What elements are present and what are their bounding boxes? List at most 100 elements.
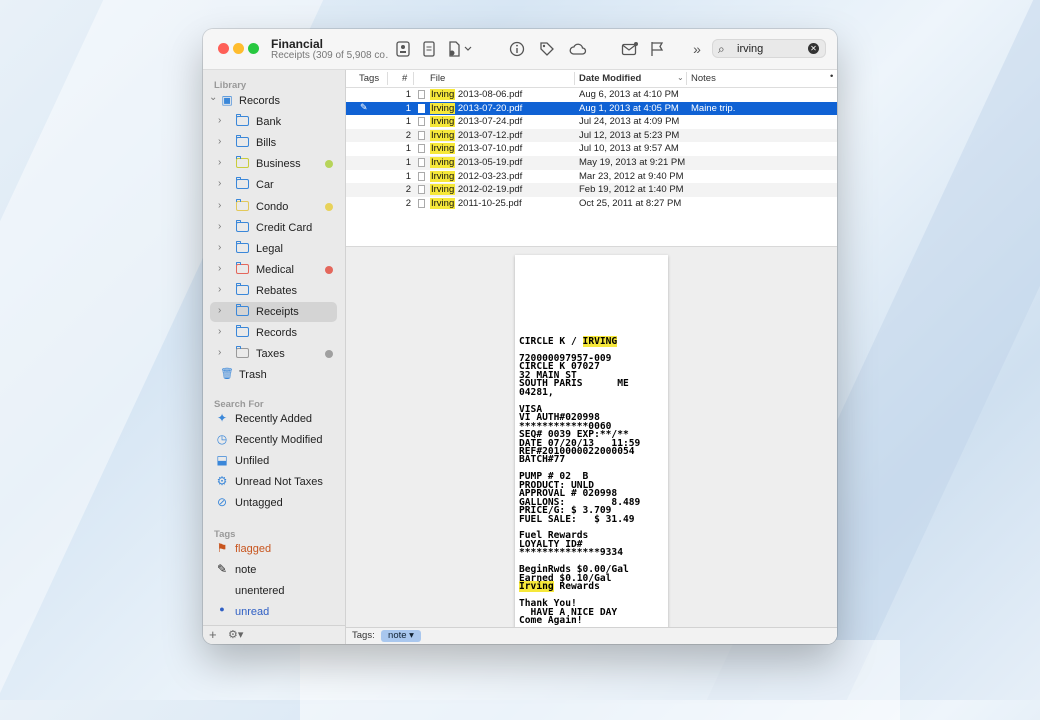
- disclosure-chevron-icon[interactable]: ›: [218, 136, 221, 147]
- sidebar-item-records[interactable]: ⌄ ▣ Records: [209, 91, 337, 111]
- column-number[interactable]: #: [402, 73, 407, 84]
- sidebar-item-credit-card[interactable]: › Credit Card: [210, 218, 337, 238]
- sidebar-item-records[interactable]: › Records: [210, 323, 337, 343]
- table-row[interactable]: 1 Irving 2013-05-19.pdf May 19, 2013 at 9:…: [346, 156, 837, 170]
- disclosure-chevron-icon[interactable]: ›: [218, 221, 221, 232]
- disclosure-chevron-icon[interactable]: ›: [218, 242, 221, 253]
- open-with-menu-icon[interactable]: [447, 41, 473, 57]
- disclosure-chevron-icon[interactable]: ›: [218, 115, 221, 126]
- disclosure-chevron-icon[interactable]: ›: [218, 326, 221, 337]
- disclosure-chevron-icon[interactable]: ›: [218, 347, 221, 358]
- search-input[interactable]: [737, 41, 807, 56]
- sidebar-item-bank[interactable]: › Bank: [210, 112, 337, 132]
- file-name-rest: 2013-07-12.pdf: [455, 129, 523, 141]
- smart-search-recently-added[interactable]: ✦ Recently Added: [210, 409, 337, 429]
- column-tags[interactable]: Tags: [359, 73, 379, 84]
- sidebar-item-trash[interactable]: 🗑 Trash: [210, 365, 337, 385]
- date-modified: Jul 24, 2013 at 4:09 PM: [579, 116, 680, 128]
- table-row[interactable]: 2 Irving 2012-02-19.pdf Feb 19, 2012 at 1:…: [346, 183, 837, 197]
- sidebar-item-label: Bills: [256, 137, 277, 150]
- smart-search-unfiled[interactable]: ⬓ Unfiled: [210, 451, 337, 471]
- folder-icon: [236, 261, 249, 274]
- disclosure-chevron-icon[interactable]: ›: [218, 305, 221, 316]
- tag-item-unentered[interactable]: unentered: [210, 581, 337, 601]
- sidebar-item-medical[interactable]: › Medical: [210, 260, 337, 280]
- disclosure-chevron-icon[interactable]: ›: [218, 284, 221, 295]
- receipt-page: CIRCLE K / IRVING 720000097957-009 CIRCLE …: [515, 255, 668, 644]
- smart-search-recently-modified[interactable]: ◷ Recently Modified: [210, 430, 337, 450]
- table-row[interactable]: ✎ 1 Irving 2013-07-20.pdf Aug 1, 2013 at 4:…: [346, 101, 837, 116]
- zoom-window-button[interactable]: [248, 43, 259, 54]
- file-name-rest: 2013-05-19.pdf: [455, 157, 523, 168]
- action-menu-icon[interactable]: ⚙▾: [228, 628, 243, 641]
- disclosure-chevron-icon[interactable]: ›: [218, 178, 221, 189]
- file-name-rest: 2011-10-25.pdf: [455, 197, 522, 209]
- column-date-modified[interactable]: Date Modified: [579, 73, 641, 84]
- add-icon[interactable]: +: [209, 627, 217, 642]
- disclosure-chevron-icon[interactable]: ⌄: [209, 92, 217, 103]
- receipt-line: CIRCLE K / IRVING: [519, 336, 618, 347]
- sidebar-item-label: Unfiled: [235, 455, 270, 468]
- folder-icon: [236, 198, 249, 211]
- sidebar-item-legal[interactable]: › Legal: [210, 239, 337, 259]
- library-heading: Library: [214, 80, 247, 91]
- row-count: 2: [405, 184, 411, 196]
- sidebar-item-label: Records: [256, 327, 297, 340]
- sidebar-item-label: Unread Not Taxes: [235, 476, 323, 489]
- smart-search-untagged[interactable]: ⊘ Untagged: [210, 493, 337, 513]
- search-field[interactable]: ⌕ ✕: [712, 39, 826, 58]
- column-file[interactable]: File: [430, 73, 445, 84]
- smart-search-unread-not-taxes[interactable]: ⚙ Unread Not Taxes: [210, 472, 337, 492]
- table-row[interactable]: 1 Irving 2012-03-23.pdf Mar 23, 2012 at 9:…: [346, 170, 837, 184]
- flag-icon: ⚑: [216, 541, 228, 555]
- minimize-window-button[interactable]: [233, 43, 244, 54]
- sidebar-item-rebates[interactable]: › Rebates: [210, 281, 337, 301]
- sidebar-item-receipts[interactable]: › Receipts: [210, 302, 337, 322]
- sidebar-item-condo[interactable]: › Condo: [210, 197, 337, 217]
- document-icon[interactable]: [421, 41, 437, 57]
- sidebar-item-label: Taxes: [256, 348, 285, 361]
- tag-item-flagged[interactable]: ⚑ flagged: [210, 539, 337, 559]
- disclosure-chevron-icon[interactable]: ›: [218, 263, 221, 274]
- sidebar-item-label: unentered: [235, 585, 285, 598]
- file-name: Irving 2013-07-12.pdf: [430, 129, 523, 141]
- contact-card-icon[interactable]: [395, 41, 411, 57]
- disclosure-chevron-icon[interactable]: ›: [218, 157, 221, 168]
- flag-icon[interactable]: [649, 41, 665, 57]
- tag-chip-note[interactable]: note ▾: [381, 630, 421, 642]
- more-toolbar-icon[interactable]: »: [689, 41, 705, 57]
- file-name: Irving 2013-07-10.pdf: [430, 143, 522, 155]
- tag-item-unread[interactable]: ● unread: [210, 602, 337, 622]
- mail-icon[interactable]: [621, 41, 638, 57]
- sidebar-item-taxes[interactable]: › Taxes: [210, 344, 337, 364]
- column-notes[interactable]: Notes: [691, 73, 716, 84]
- close-window-button[interactable]: [218, 43, 229, 54]
- column-options-icon[interactable]: •: [830, 71, 833, 82]
- clear-search-icon[interactable]: ✕: [808, 43, 819, 54]
- tag-item-note[interactable]: ✎ note: [210, 560, 337, 580]
- sidebar-item-car[interactable]: › Car: [210, 175, 337, 195]
- sidebar-item-business[interactable]: › Business: [210, 154, 337, 174]
- sidebar-item-bills[interactable]: › Bills: [210, 133, 337, 153]
- sidebar-item-label: Trash: [239, 369, 267, 382]
- disclosure-chevron-icon[interactable]: ›: [218, 200, 221, 211]
- table-row[interactable]: 1 Irving 2013-07-10.pdf Jul 10, 2013 at 9:…: [346, 142, 837, 156]
- table-row[interactable]: 2 Irving 2013-07-12.pdf Jul 12, 2013 at 5:…: [346, 128, 837, 143]
- titlebar: Financial Receipts (309 of 5,908 co… » ⌕: [203, 29, 837, 70]
- tags-bar-label: Tags:: [352, 630, 375, 641]
- info-icon[interactable]: [509, 41, 525, 57]
- folder-icon: [236, 135, 249, 148]
- tag-icon[interactable]: [539, 41, 555, 57]
- receipt-text: CIRCLE K /: [519, 336, 583, 347]
- color-label-dot: [325, 202, 333, 211]
- search-highlight: Irving: [430, 157, 456, 168]
- window-title: Financial: [271, 37, 324, 51]
- cloud-icon[interactable]: [569, 41, 587, 57]
- file-name-rest: 2013-07-20.pdf: [455, 102, 523, 114]
- table-row[interactable]: 2 Irving 2011-10-25.pdf Oct 25, 2011 at 8:…: [346, 197, 837, 211]
- sidebar-item-label: Condo: [256, 200, 289, 213]
- file-name: Irving 2013-07-24.pdf: [430, 116, 522, 128]
- table-row[interactable]: 1 Irving 2013-07-24.pdf Jul 24, 2013 at 4:…: [346, 115, 837, 129]
- table-row[interactable]: 1 Irving 2013-08-06.pdf Aug 6, 2013 at 4:1…: [346, 88, 837, 102]
- clock-icon: ◷: [216, 432, 228, 447]
